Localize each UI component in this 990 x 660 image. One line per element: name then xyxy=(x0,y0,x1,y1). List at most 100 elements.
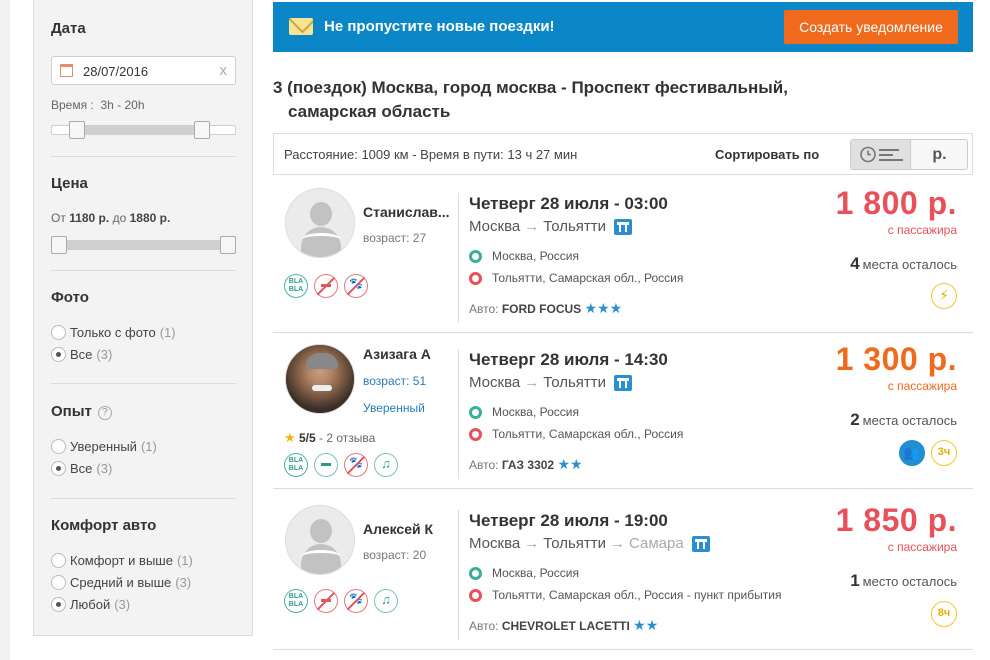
driver-name[interactable]: Азизага А xyxy=(363,346,431,362)
time-slider-min-handle[interactable] xyxy=(69,121,85,139)
music-icon: ♫ xyxy=(374,453,398,477)
stop-end-text: Тольятти, Самарская обл., Россия xyxy=(492,427,684,441)
trip-card[interactable]: Алексей К возраст: 20 BLA BLA ▬ 🐾 ♫ Четве… xyxy=(273,495,973,650)
experience-option-confident[interactable]: Уверенный (1) xyxy=(51,439,157,454)
radio-button[interactable] xyxy=(51,553,66,568)
comfort-option-comfort[interactable]: Комфорт и выше (1) xyxy=(51,553,193,568)
help-icon[interactable]: ? xyxy=(97,406,112,420)
left-edge-strip xyxy=(0,0,10,660)
highway-icon xyxy=(691,535,710,552)
experience-option-all[interactable]: Все (3) xyxy=(51,461,112,476)
price-from-label: От xyxy=(51,211,66,225)
date-filter-title: Дата xyxy=(51,20,86,37)
photo-filter-title: Фото xyxy=(51,289,89,306)
results-title-line2: самарская область xyxy=(288,102,451,121)
comfort-option-medium[interactable]: Средний и выше (3) xyxy=(51,575,191,590)
stop-end: Тольятти, Самарская обл., Россия xyxy=(469,271,683,285)
radio-button[interactable] xyxy=(51,439,66,454)
end-dot-icon xyxy=(469,427,482,441)
blabla-icon: BLA BLA xyxy=(284,453,308,477)
stop-end: Тольятти, Самарская обл., Россия xyxy=(469,427,683,441)
radio-button-selected[interactable] xyxy=(51,597,66,612)
time-slider[interactable] xyxy=(51,121,236,139)
stop-start-text: Москва, Россия xyxy=(492,566,579,580)
route-arrow: → xyxy=(524,218,540,235)
photo-option-all[interactable]: Все (3) xyxy=(51,347,112,362)
sort-by-time-button[interactable] xyxy=(851,140,911,169)
per-passenger-label: с пассажира xyxy=(887,540,957,554)
driver-age: возраст: 20 xyxy=(363,548,427,562)
start-dot-icon xyxy=(469,566,482,580)
option-label: Комфорт и выше xyxy=(70,553,173,568)
clock-icon xyxy=(860,146,903,163)
price-slider-min-handle[interactable] xyxy=(51,236,67,254)
comfort-option-any[interactable]: Любой (3) xyxy=(51,597,130,612)
filter-sidebar: Дата 28/07/2016 x Время : 3h - 20h Цена … xyxy=(33,0,253,636)
radio-button-selected[interactable] xyxy=(51,461,66,476)
comfort-filter-title: Комфорт авто xyxy=(51,517,157,534)
divider xyxy=(51,383,236,384)
trip-card[interactable]: Азизага А возраст: 51 Уверенный ★ 5/5 - … xyxy=(273,334,973,489)
divider xyxy=(51,498,236,499)
option-label: Только с фото xyxy=(70,325,156,340)
date-value: 28/07/2016 xyxy=(83,64,149,79)
driver-age: возраст: 51 xyxy=(363,374,427,388)
option-label: Все xyxy=(70,461,93,476)
price-slider[interactable] xyxy=(51,236,236,254)
route-info: Расстояние: 1009 км - Время в пути: 13 ч… xyxy=(284,147,578,162)
per-passenger-label: с пассажира xyxy=(887,379,957,393)
date-field[interactable]: 28/07/2016 x xyxy=(51,56,236,85)
radio-button[interactable] xyxy=(51,575,66,590)
price-slider-fill xyxy=(60,241,228,249)
calendar-icon xyxy=(60,64,73,77)
seats-number: 4 xyxy=(850,254,860,273)
radio-button[interactable] xyxy=(51,325,66,340)
car-info: Авто: ГАЗ 3302 ★★ xyxy=(469,456,583,473)
divider xyxy=(51,156,236,157)
divider xyxy=(458,193,459,323)
car-model: CHEVROLET LACETTI xyxy=(501,619,630,633)
option-count: (3) xyxy=(114,597,131,612)
alert-banner: Не пропустите новые поездки! Создать уве… xyxy=(273,2,973,52)
blabla-icon: BLA BLA xyxy=(284,589,308,613)
price-slider-max-handle[interactable] xyxy=(220,236,236,254)
driver-name[interactable]: Алексей К xyxy=(363,521,433,537)
sort-bar: Расстояние: 1009 км - Время в пути: 13 ч… xyxy=(273,133,973,175)
price-to-value: 1880 р. xyxy=(129,211,171,225)
seats-left: 2 места осталось xyxy=(850,410,957,430)
trip-datetime: Четверг 28 июля - 03:00 xyxy=(469,194,668,213)
seats-text: места осталось xyxy=(862,413,957,428)
driver-photo xyxy=(285,344,355,414)
no-smoking-icon: ▬ xyxy=(314,589,338,613)
stop-end-text: Тольятти, Самарская обл., Россия xyxy=(492,271,684,285)
car-label: Авто: xyxy=(469,302,499,316)
sort-by-price-button[interactable]: р. xyxy=(911,140,967,169)
seats-left: 1 место осталось xyxy=(850,571,957,591)
car-model: FORD FOCUS xyxy=(501,302,582,316)
experience-title-text: Опыт xyxy=(51,403,92,420)
price-to-label: до xyxy=(112,211,127,225)
time-slider-fill xyxy=(77,126,202,134)
trip-card[interactable]: Станислав... возраст: 27 BLA BLA ▬ 🐾 Четв… xyxy=(273,178,973,333)
route-final-destination: Самара xyxy=(629,535,684,552)
stop-end-text: Тольятти, Самарская обл., Россия - пункт… xyxy=(492,588,782,602)
create-alert-button[interactable]: Создать уведомление xyxy=(784,10,958,44)
car-comfort-stars: ★★ xyxy=(557,456,583,472)
clear-date-icon[interactable]: x xyxy=(220,62,228,79)
sort-toggle: р. xyxy=(850,139,968,170)
driver-name[interactable]: Станислав... xyxy=(363,204,450,220)
car-comfort-stars: ★★★ xyxy=(584,300,623,316)
photo-option-with-photo[interactable]: Только с фото (1) xyxy=(51,325,176,340)
radio-button-selected[interactable] xyxy=(51,347,66,362)
no-pets-icon: 🐾 xyxy=(344,453,368,477)
blabla-icon: BLA BLA xyxy=(284,274,308,298)
time-slider-max-handle[interactable] xyxy=(194,121,210,139)
reviews-link[interactable]: - 2 отзыва xyxy=(319,431,375,445)
response-time-badge: 3ч xyxy=(931,440,957,466)
preferences: BLA BLA ▬ 🐾 ♫ xyxy=(284,589,398,613)
car-label: Авто: xyxy=(469,619,499,633)
car-info: Авто: FORD FOCUS ★★★ xyxy=(469,300,622,317)
trip-route: Москва → Тольятти xyxy=(469,218,633,235)
sort-label: Сортировать по xyxy=(715,147,820,162)
star-icon: ★ xyxy=(284,430,296,445)
